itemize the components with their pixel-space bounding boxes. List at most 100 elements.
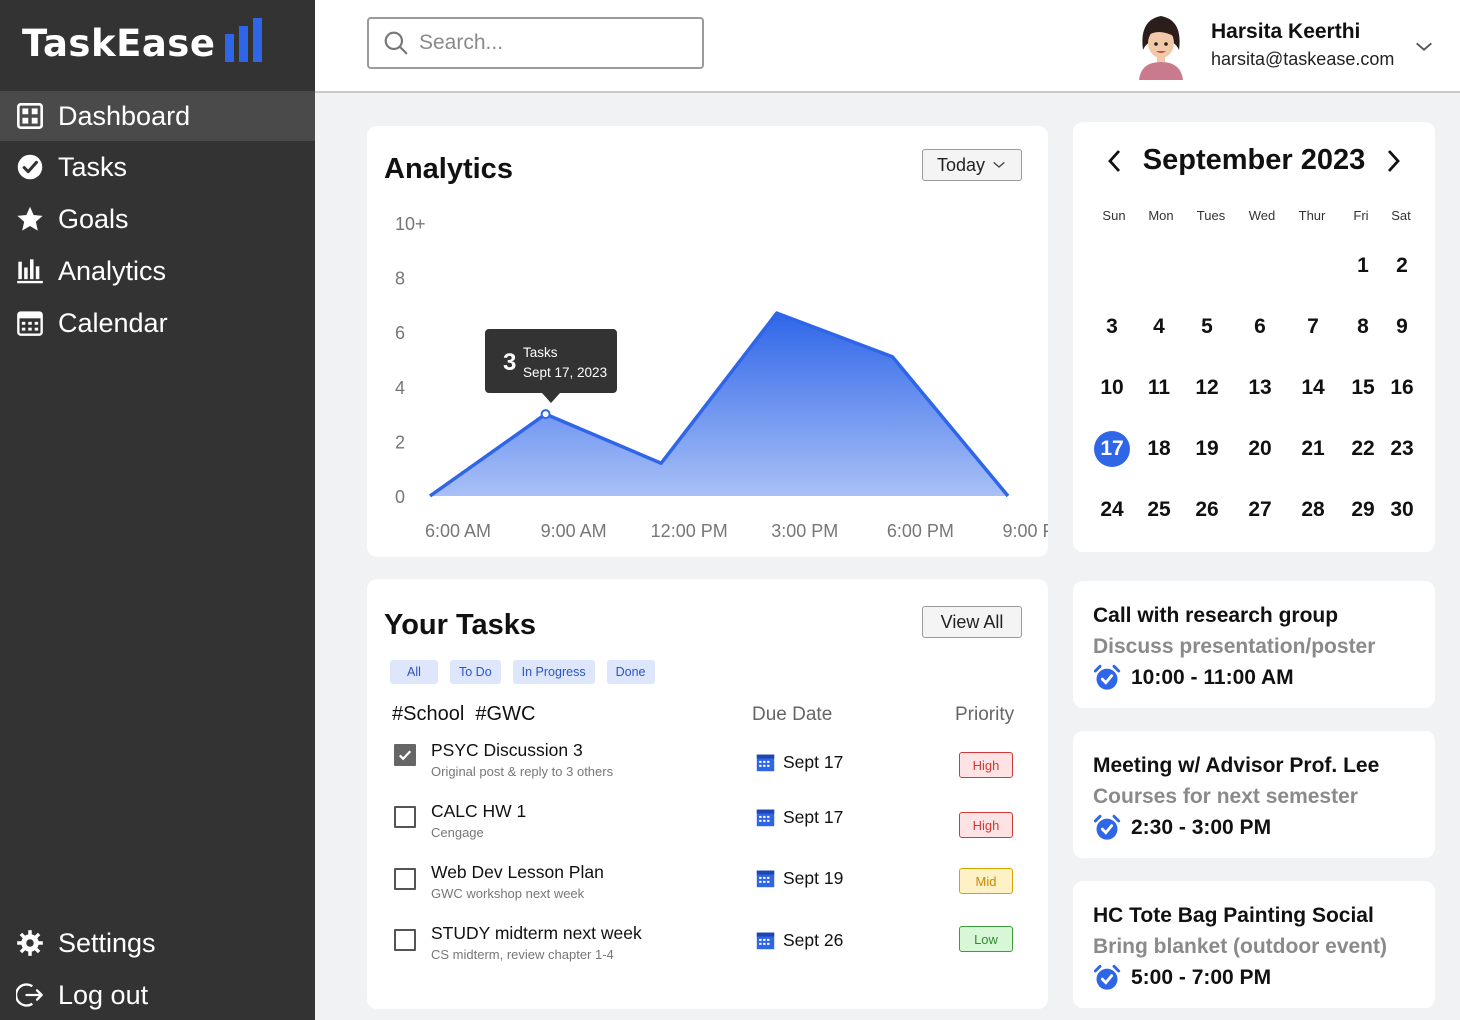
checkmark-icon xyxy=(398,750,412,761)
calendar-day[interactable]: 19 xyxy=(1184,431,1230,467)
search-box[interactable] xyxy=(367,17,704,69)
event-time-label: 10:00 - 11:00 AM xyxy=(1131,666,1294,689)
calendar-day[interactable]: 26 xyxy=(1184,492,1230,528)
task-subtitle: Original post & reply to 3 others xyxy=(431,764,614,779)
logo-bars-icon xyxy=(225,18,263,62)
priority-badge: Mid xyxy=(959,868,1013,894)
chart-point-highlight[interactable] xyxy=(540,409,551,420)
weekday-label: Wed xyxy=(1248,208,1276,223)
task-title[interactable]: CALC HW 1 xyxy=(431,801,526,822)
filter-in-progress[interactable]: In Progress xyxy=(512,660,595,684)
calendar-icon xyxy=(756,809,775,827)
weekday-label: Mon xyxy=(1148,208,1174,223)
task-title[interactable]: Web Dev Lesson Plan xyxy=(431,862,604,883)
sidebar-item-analytics[interactable]: Analytics xyxy=(0,245,315,297)
bar-chart-icon xyxy=(17,259,43,284)
due-date-label: Sept 17 xyxy=(783,752,844,772)
task-checkbox[interactable] xyxy=(394,806,416,828)
calendar-day[interactable]: 4 xyxy=(1136,309,1182,345)
column-header-priority: Priority xyxy=(955,704,1015,725)
event-time-label: 2:30 - 3:00 PM xyxy=(1131,816,1272,839)
y-tick-label: 2 xyxy=(395,432,405,452)
event-subtitle: Courses for next semester xyxy=(1093,785,1358,808)
user-profile[interactable]: Harsita Keerthi harsita@taskease.com xyxy=(1133,10,1394,80)
task-tags[interactable]: #School #GWC xyxy=(392,703,535,726)
calendar-day[interactable]: 2 xyxy=(1379,248,1425,284)
top-bar: Harsita Keerthi harsita@taskease.com xyxy=(315,0,1460,93)
y-tick-label: 10+ xyxy=(395,214,426,234)
check-circle-icon xyxy=(17,154,43,180)
calendar-day[interactable]: 11 xyxy=(1136,370,1182,406)
table-row: STUDY midterm next week CS midterm, revi… xyxy=(367,923,1048,978)
chevron-left-icon[interactable] xyxy=(1105,147,1125,175)
priority-badge: High xyxy=(959,812,1013,838)
sidebar-item-calendar[interactable]: Calendar xyxy=(0,297,315,349)
due-date-label: Sept 26 xyxy=(783,930,844,950)
alarm-clock-icon xyxy=(1093,964,1121,990)
calendar-icon xyxy=(756,932,775,950)
avatar xyxy=(1139,16,1183,80)
chevron-right-icon[interactable] xyxy=(1383,147,1403,175)
calendar-day[interactable]: 16 xyxy=(1379,370,1425,406)
calendar-day[interactable]: 10 xyxy=(1089,370,1135,406)
x-tick-label: 6:00 AM xyxy=(425,521,491,541)
task-due-date: Sept 17 xyxy=(756,807,843,828)
calendar-day[interactable]: 14 xyxy=(1290,370,1336,406)
event-subtitle: Bring blanket (outdoor event) xyxy=(1093,935,1387,958)
calendar-day[interactable]: 23 xyxy=(1379,431,1425,467)
calendar-day[interactable]: 25 xyxy=(1136,492,1182,528)
calendar-day[interactable]: 27 xyxy=(1237,492,1283,528)
calendar-day[interactable]: 24 xyxy=(1089,492,1135,528)
calendar-day[interactable]: 18 xyxy=(1136,431,1182,467)
task-checkbox[interactable] xyxy=(394,744,416,766)
filter-all[interactable]: All xyxy=(390,660,438,684)
tooltip-date: Sept 17, 2023 xyxy=(523,365,607,380)
calendar-day[interactable]: 13 xyxy=(1237,370,1283,406)
weekday-label: Tues xyxy=(1196,208,1226,223)
calendar-day[interactable]: 6 xyxy=(1237,309,1283,345)
calendar-day-today[interactable]: 17 xyxy=(1089,431,1135,467)
sidebar-item-label: Goals xyxy=(58,203,129,234)
calendar-day[interactable]: 7 xyxy=(1290,309,1336,345)
calendar-day[interactable]: 30 xyxy=(1379,492,1425,528)
sidebar-item-settings[interactable]: Settings xyxy=(0,917,315,969)
chart-tooltip: 3 Tasks Sept 17, 2023 xyxy=(485,329,617,403)
user-name: Harsita Keerthi xyxy=(1211,20,1361,43)
sidebar-item-label: Tasks xyxy=(58,151,128,182)
calendar-day[interactable]: 20 xyxy=(1237,431,1283,467)
search-input[interactable] xyxy=(419,31,679,55)
sidebar-item-logout[interactable]: Log out xyxy=(0,969,315,1020)
sidebar-item-goals[interactable]: Goals xyxy=(0,193,315,245)
sidebar-item-label: Calendar xyxy=(58,307,168,338)
sidebar-item-dashboard[interactable]: Dashboard xyxy=(0,91,315,141)
task-title[interactable]: STUDY midterm next week xyxy=(431,923,642,944)
calendar-day[interactable]: 9 xyxy=(1379,309,1425,345)
calendar-day[interactable]: 28 xyxy=(1290,492,1336,528)
sidebar-item-label: Dashboard xyxy=(58,100,191,131)
event-time: 2:30 - 3:00 PM xyxy=(1093,814,1271,842)
calendar-day[interactable]: 12 xyxy=(1184,370,1230,406)
calendar-day[interactable]: 5 xyxy=(1184,309,1230,345)
event-card[interactable]: Meeting w/ Advisor Prof. Lee Courses for… xyxy=(1073,731,1435,858)
event-title: Call with research group xyxy=(1093,604,1339,627)
y-tick-label: 8 xyxy=(395,269,405,289)
weekday-label: Sun xyxy=(1102,208,1126,223)
calendar-day[interactable]: 3 xyxy=(1089,309,1135,345)
analytics-chart: 0 2 4 6 8 10+ 6:00 AM 9:00 AM 12:00 PM 3:00 PM 6:… xyxy=(395,214,1048,541)
task-subtitle: Cengage xyxy=(431,825,484,840)
chevron-down-icon[interactable] xyxy=(1413,36,1435,58)
tasks-title: Your Tasks xyxy=(384,609,537,641)
view-all-button[interactable]: View All xyxy=(922,606,1022,638)
event-card[interactable]: HC Tote Bag Painting Social Bring blanke… xyxy=(1073,881,1435,1008)
task-checkbox[interactable] xyxy=(394,868,416,890)
sidebar-item-tasks[interactable]: Tasks xyxy=(0,141,315,193)
task-checkbox[interactable] xyxy=(394,929,416,951)
calendar-day[interactable]: 21 xyxy=(1290,431,1336,467)
app-logo[interactable]: TaskEase xyxy=(22,18,263,62)
task-title[interactable]: PSYC Discussion 3 xyxy=(431,740,583,761)
filter-todo[interactable]: To Do xyxy=(450,660,501,684)
event-title: Meeting w/ Advisor Prof. Lee xyxy=(1093,754,1380,777)
filter-done[interactable]: Done xyxy=(606,660,655,684)
event-card[interactable]: Call with research group Discuss present… xyxy=(1073,581,1435,708)
table-row: Web Dev Lesson Plan GWC workshop next we… xyxy=(367,862,1048,917)
